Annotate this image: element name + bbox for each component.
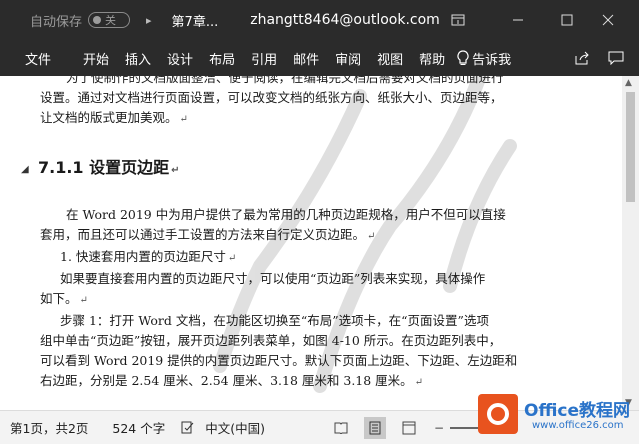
ribbon-display-options-icon[interactable] bbox=[438, 0, 478, 40]
autosave-label: 自动保存 bbox=[30, 14, 83, 30]
p2-line-2: 如下。 bbox=[40, 291, 78, 306]
paragraph-mark-icon: ↵ bbox=[171, 165, 180, 176]
p1-line-1: 在 Word 2019 中为用户提供了最为常用的几种页边距规格，用户不但可以直接 bbox=[66, 207, 506, 222]
p3-line-2: 组中单击“页边距”按钮，展开页边距列表菜单，如图 4-10 所示。在页边距列表中… bbox=[40, 333, 502, 348]
tell-me-search[interactable]: 告诉我 bbox=[457, 49, 511, 68]
tab-references[interactable]: 引用 bbox=[243, 49, 285, 68]
section-heading: 7.1.1 设置页边距 ↵ bbox=[38, 158, 546, 181]
zoom-out-icon[interactable]: − bbox=[428, 417, 450, 439]
paragraph-mark-icon: ↵ bbox=[367, 231, 376, 242]
p3-line-3: 可以看到 Word 2019 提供的内置页边距尺寸。默认下页面上边距、下边距、左… bbox=[40, 353, 518, 368]
title-bar: 自动保存 关 ▸ 第7章... zhangtt8464@outlook.com bbox=[0, 0, 639, 40]
logo-url: www.office26.com bbox=[532, 420, 624, 431]
office-logo-icon bbox=[478, 394, 518, 434]
tab-design[interactable]: 设计 bbox=[159, 49, 201, 68]
ribbon-tabs: 文件 开始 插入 设计 布局 引用 邮件 审阅 视图 帮助 告诉我 bbox=[0, 40, 639, 76]
intro-line-3: 让文档的版式更加美观。 bbox=[40, 110, 178, 125]
paragraph-mark-icon: ↵ bbox=[79, 295, 88, 306]
document-canvas[interactable]: 为了使制作的文档版面整洁、便于阅读，在编辑完文档后需要对文档的页面进行 设置。通… bbox=[0, 76, 639, 410]
list-item-1: 1. 快速套用内置的页边距尺寸 bbox=[60, 249, 226, 264]
autosave-state: 关 bbox=[105, 14, 117, 27]
intro-line-1: 为了使制作的文档版面整洁、便于阅读，在编辑完文档后需要对文档的页面进行 bbox=[66, 76, 504, 85]
intro-line-2: 设置。通过对文档进行页面设置，可以改变文档的纸张方向、纸张大小、页边距等， bbox=[40, 90, 503, 105]
tab-file[interactable]: 文件 bbox=[17, 49, 59, 68]
web-layout-icon[interactable] bbox=[398, 417, 420, 439]
page-count[interactable]: 第1页，共2页 bbox=[10, 418, 88, 437]
p3-line-4: 右边距，分别是 2.54 厘米、2.54 厘米、3.18 厘米和 3.18 厘米… bbox=[40, 373, 413, 388]
p3-line-1: 步骤 1：打开 Word 文档，在功能区切换至“布局”选项卡，在“页面设置”选项 bbox=[60, 313, 489, 328]
language-indicator[interactable]: 中文(中国) bbox=[205, 418, 265, 437]
maximize-icon[interactable] bbox=[547, 0, 587, 40]
toggle-knob bbox=[93, 16, 102, 24]
tab-insert[interactable]: 插入 bbox=[117, 49, 159, 68]
account-name[interactable]: zhangtt8464@outlook.com bbox=[250, 12, 440, 28]
body-paragraphs: 在 Word 2019 中为用户提供了最为常用的几种页边距规格，用户不但可以直接… bbox=[40, 205, 548, 393]
document-title[interactable]: 第7章... bbox=[172, 11, 219, 30]
close-icon[interactable] bbox=[588, 0, 628, 40]
tab-help[interactable]: 帮助 bbox=[411, 49, 453, 68]
print-layout-icon[interactable] bbox=[364, 417, 386, 439]
heading-marker-icon[interactable]: ◢ bbox=[21, 164, 29, 175]
site-logo: Office教程网 www.office26.com bbox=[472, 386, 639, 444]
logo-name: Office教程网 bbox=[524, 401, 631, 421]
paragraph-mark-icon: ↵ bbox=[414, 377, 424, 388]
p1-line-2: 套用，而且还可以通过手工设置的方法来自行定义页边距。 bbox=[40, 227, 366, 242]
autosave-toggle[interactable]: 关 bbox=[88, 12, 131, 28]
intro-paragraph: 为了使制作的文档版面整洁、便于阅读，在编辑完文档后需要对文档的页面进行 设置。通… bbox=[40, 76, 548, 130]
scroll-up-icon[interactable]: ▲ bbox=[625, 78, 632, 88]
tab-mailings[interactable]: 邮件 bbox=[285, 49, 327, 68]
tab-home[interactable]: 开始 bbox=[75, 49, 117, 68]
lightbulb-icon bbox=[457, 50, 469, 65]
tell-me-label: 告诉我 bbox=[472, 52, 512, 68]
quick-access-more-icon[interactable]: ▸ bbox=[146, 14, 152, 27]
paragraph-mark-icon: ↵ bbox=[179, 114, 188, 125]
read-mode-icon[interactable] bbox=[330, 417, 352, 439]
paragraph-mark-icon: ↵ bbox=[227, 253, 237, 264]
vertical-scrollbar[interactable]: ▲ ▼ bbox=[622, 76, 639, 410]
minimize-icon[interactable] bbox=[498, 0, 538, 40]
share-icon[interactable] bbox=[569, 40, 595, 76]
tab-view[interactable]: 视图 bbox=[369, 49, 411, 68]
p2-line-1: 如果要直接套用内置的页边距尺寸，可以使用“页边距”列表来实现，具体操作 bbox=[60, 271, 486, 286]
scrollbar-thumb[interactable] bbox=[626, 92, 635, 202]
tab-layout[interactable]: 布局 bbox=[201, 49, 243, 68]
section-heading-text: 7.1.1 设置页边距 bbox=[38, 158, 170, 177]
comments-icon[interactable] bbox=[603, 40, 629, 76]
word-count[interactable]: 524 个字 bbox=[112, 418, 165, 437]
autosave-control[interactable]: 自动保存 关 bbox=[30, 11, 131, 30]
proofing-icon[interactable] bbox=[181, 421, 195, 434]
tab-review[interactable]: 审阅 bbox=[327, 49, 369, 68]
